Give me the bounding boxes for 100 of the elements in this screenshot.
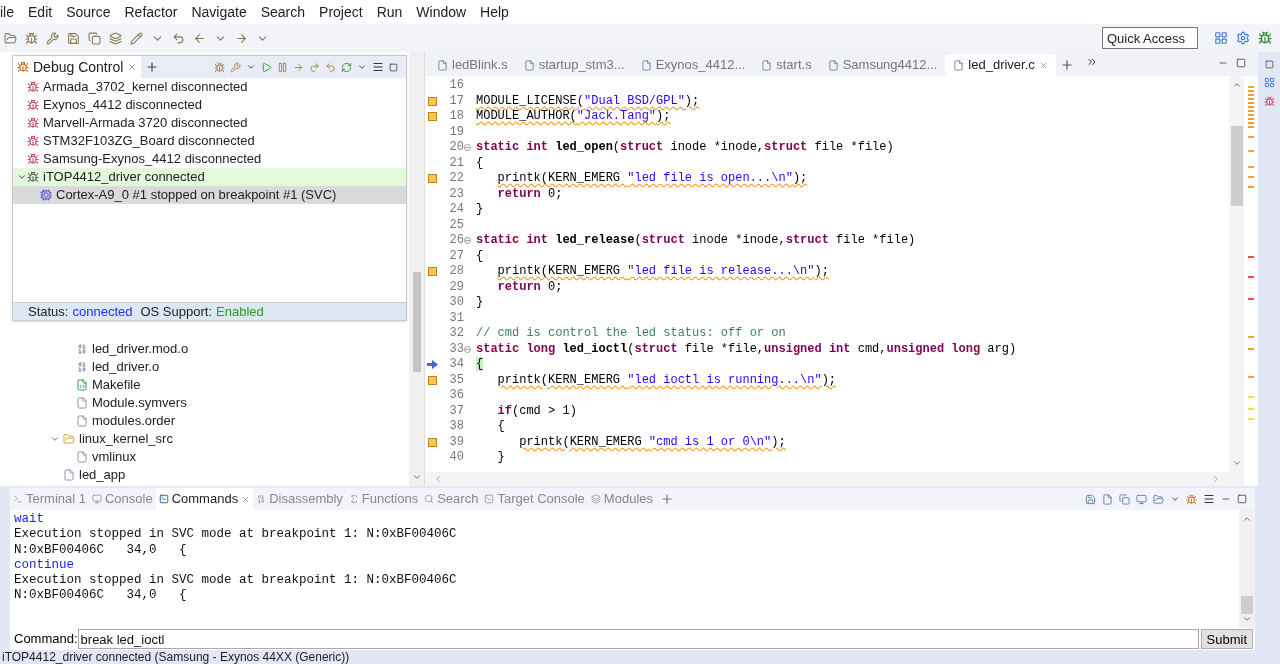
file-icon[interactable]	[1102, 493, 1113, 505]
scrollbar[interactable]	[409, 52, 424, 486]
wrench-icon[interactable]	[46, 31, 59, 45]
menu-item[interactable]: Refactor	[124, 0, 178, 24]
menu-item[interactable]: Navigate	[191, 0, 247, 24]
bug-icon[interactable]	[1263, 96, 1275, 107]
target-row[interactable]: Marvell-Armada 3720 disconnected	[13, 114, 406, 132]
menu-item[interactable]: Window	[416, 0, 467, 24]
vertical-scrollbar[interactable]	[1239, 510, 1255, 628]
horizontal-scrollbar[interactable]	[425, 472, 1229, 486]
scroll-down-icon[interactable]	[1242, 614, 1252, 624]
editor-tab[interactable]: Exynos_4412...	[632, 54, 754, 76]
menu-icon[interactable]	[372, 61, 384, 73]
save-icon[interactable]	[67, 31, 80, 45]
editor-tab[interactable]: start.s	[753, 54, 820, 76]
step-return-icon[interactable]	[325, 61, 336, 73]
scrollbar-thumb[interactable]	[1230, 126, 1243, 206]
collapse-icon[interactable]	[464, 237, 471, 245]
scroll-up-icon[interactable]	[1242, 514, 1252, 524]
editor-tab[interactable]: led_driver.c	[945, 54, 1056, 76]
layers-icon[interactable]	[109, 31, 122, 45]
step-over-icon[interactable]	[309, 61, 320, 73]
tree-item[interactable]: Module.symvers	[92, 393, 187, 413]
vertical-scrollbar[interactable]	[1229, 76, 1244, 486]
editor-tab[interactable]: startup_stm3...	[515, 54, 633, 76]
tree-item[interactable]: vmlinux	[92, 447, 137, 467]
scroll-down-icon[interactable]	[411, 472, 422, 482]
dropdown-icon[interactable]	[246, 62, 256, 72]
restore-icon[interactable]	[389, 62, 398, 72]
editor-tab[interactable]: ledBlink.s	[429, 54, 516, 76]
command-field[interactable]: break led_ioctl	[77, 629, 1199, 649]
tree-item[interactable]: led_driver.mod.o	[92, 339, 189, 359]
menu-item[interactable]: Project	[319, 0, 363, 24]
scrollbar-thumb[interactable]	[412, 272, 421, 372]
target-row[interactable]: iTOP4412_driver connected	[13, 168, 406, 186]
target-row[interactable]: Samsung-Exynos_4412 disconnected	[13, 150, 406, 168]
quick-access-field[interactable]: Quick Access	[1102, 27, 1198, 49]
dropdown-icon[interactable]	[1170, 494, 1180, 504]
add-icon[interactable]	[145, 60, 160, 74]
scroll-up-icon[interactable]	[1231, 80, 1242, 90]
core-row[interactable]: Cortex-A9_0 #1 stopped on breakpoint #1 (SVC)	[13, 186, 406, 204]
menu-item[interactable]: Edit	[28, 0, 53, 24]
tree-item[interactable]: led_driver.o	[92, 357, 160, 377]
maximize-icon[interactable]	[1237, 494, 1247, 504]
expand-icon[interactable]	[17, 172, 27, 182]
undo-icon[interactable]	[172, 31, 185, 45]
refresh-icon[interactable]	[341, 61, 352, 73]
menu-item[interactable]: Run	[376, 0, 403, 24]
maximize-icon[interactable]	[1236, 58, 1246, 68]
tree-item[interactable]: Makefile	[92, 375, 141, 395]
add-icon[interactable]	[1059, 58, 1074, 72]
scroll-right-icon[interactable]	[1211, 474, 1221, 484]
expand-icon[interactable]	[50, 434, 60, 444]
monitor-icon[interactable]	[1136, 493, 1147, 505]
editor-tab[interactable]: Samsung4412...	[819, 54, 946, 76]
bug-icon[interactable]	[1186, 493, 1197, 505]
wrench-icon[interactable]	[230, 61, 241, 73]
save-icon[interactable]	[1085, 493, 1096, 505]
tree-item[interactable]: modules.order	[92, 411, 176, 431]
grid-icon[interactable]	[1214, 31, 1228, 45]
bug-icon[interactable]	[25, 31, 38, 45]
scrollbar-thumb[interactable]	[1241, 596, 1253, 614]
gear-icon[interactable]	[1236, 31, 1250, 45]
menu-item[interactable]: Search	[260, 0, 306, 24]
copy-icon[interactable]	[88, 31, 101, 45]
scroll-left-icon[interactable]	[433, 474, 443, 484]
view-tab[interactable]: Commands	[155, 488, 254, 510]
tree-item[interactable]: led_app	[79, 465, 126, 485]
add-icon[interactable]	[660, 492, 674, 506]
bug-icon[interactable]	[1258, 31, 1272, 45]
view-tab[interactable]: Debug Control	[13, 56, 142, 78]
menu-icon[interactable]	[1203, 493, 1215, 505]
collapse-icon[interactable]	[464, 144, 471, 152]
tree-item[interactable]: linux_kernel_src	[79, 429, 173, 449]
target-row[interactable]: Armada_3702_kernel disconnected	[13, 78, 406, 96]
grid-icon[interactable]	[1263, 77, 1275, 88]
forward-icon[interactable]	[235, 31, 248, 45]
restore-icon[interactable]	[1264, 60, 1274, 69]
close-icon[interactable]	[241, 494, 251, 504]
step-icon[interactable]	[293, 61, 304, 73]
back-icon[interactable]	[193, 31, 206, 45]
submit-button[interactable]: Submit	[1200, 629, 1253, 649]
target-row[interactable]: Exynos_4412 disconnected	[13, 96, 406, 114]
folder-icon[interactable]	[4, 31, 17, 45]
menu-item[interactable]: ile	[0, 0, 14, 24]
pencil-icon[interactable]	[130, 31, 143, 45]
pause-icon[interactable]	[277, 61, 288, 73]
scroll-down-icon[interactable]	[1231, 458, 1242, 468]
collapse-icon[interactable]	[464, 345, 471, 353]
play-icon[interactable]	[261, 61, 272, 73]
close-icon[interactable]	[1038, 60, 1048, 70]
folder-icon[interactable]	[1153, 493, 1164, 505]
menu-item[interactable]: Help	[480, 0, 509, 24]
target-row[interactable]: STM32F103ZG_Board disconnected	[13, 132, 406, 150]
close-icon[interactable]	[127, 62, 138, 72]
bug-icon[interactable]	[214, 61, 225, 73]
menu-item[interactable]: Source	[66, 0, 111, 24]
dropdown-icon[interactable]	[357, 62, 367, 72]
copy-icon[interactable]	[1119, 493, 1130, 505]
more-tabs-icon[interactable]	[1085, 56, 1098, 68]
